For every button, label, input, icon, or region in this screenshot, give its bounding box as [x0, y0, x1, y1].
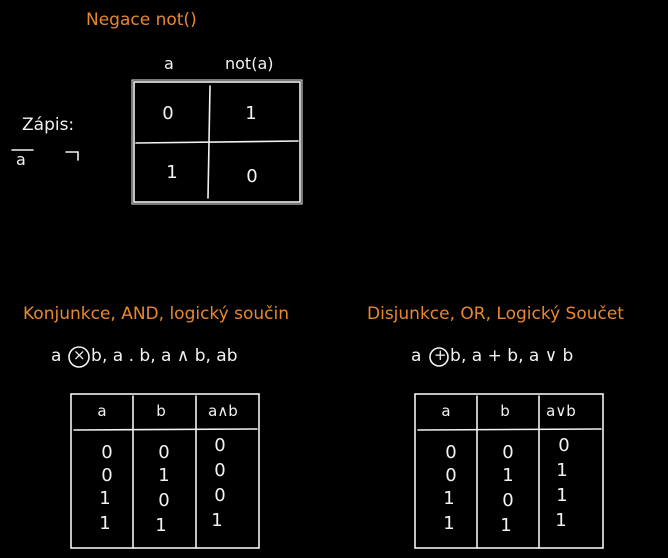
table-cell: 1 [556, 485, 568, 506]
table-cell: 0 [214, 485, 226, 506]
conjunction-operator: × [73, 346, 86, 364]
table-cell: 1 [443, 513, 455, 534]
disjunction-notation-a: a [411, 346, 422, 366]
negation-header-not: not(a) [225, 54, 274, 73]
negation-symbol-mark [65, 151, 79, 161]
negation-cell: 1 [166, 162, 178, 183]
conjunction-header-ab: a∧b [208, 402, 238, 420]
table-cell: 0 [158, 442, 170, 463]
conjunction-notation-a: a [51, 346, 62, 366]
table-cell: 0 [101, 465, 113, 486]
table-cell: 0 [158, 490, 170, 511]
conjunction-header-a: a [97, 402, 107, 420]
table-cell: 1 [99, 488, 111, 509]
disjunction-title: Disjunkce, OR, Logický Součet [367, 304, 624, 324]
disjunction-header-b: b [500, 402, 510, 420]
table-cell: 0 [558, 435, 570, 456]
table-cell: 1 [155, 515, 167, 536]
negation-header-a: a [164, 54, 174, 73]
table-cell: 0 [502, 490, 514, 511]
table-cell: 1 [158, 465, 170, 486]
disjunction-notation-b: b [450, 346, 461, 366]
table-cell: 0 [445, 465, 457, 486]
negation-table-hline [135, 140, 299, 144]
table-cell: 0 [502, 442, 514, 463]
table-cell: 0 [445, 442, 457, 463]
table-cell: 1 [443, 488, 455, 509]
table-cell: 1 [99, 513, 111, 534]
conjunction-notation: , a . b, a ∧ b, ab [102, 346, 238, 366]
conjunction-notation-b: b [91, 346, 102, 366]
table-cell: 0 [214, 435, 226, 456]
notation-label: Zápis: [22, 115, 75, 135]
disjunction-header-a: a [441, 402, 451, 420]
negation-cell: 1 [245, 103, 257, 124]
table-cell: 0 [214, 460, 226, 481]
conjunction-header-line [73, 428, 258, 431]
conjunction-title: Konjunkce, AND, logický součin [23, 304, 290, 324]
negation-title: Negace not() [86, 10, 197, 30]
conjunction-header-b: b [156, 402, 166, 420]
table-cell: 1 [502, 465, 514, 486]
table-cell: 1 [555, 510, 567, 531]
negation-cell: 0 [162, 103, 174, 124]
disjunction-notation: , a + b, a ∨ b [461, 346, 574, 366]
table-cell: 1 [556, 460, 568, 481]
table-cell: 1 [500, 515, 512, 536]
disjunction-header-ab: a∨b [546, 402, 576, 420]
table-cell: 1 [211, 510, 223, 531]
disjunction-operator: + [434, 346, 447, 364]
notation-bar-a: a [16, 150, 26, 169]
negation-cell: 0 [246, 166, 258, 187]
table-cell: 0 [101, 442, 113, 463]
disjunction-header-line [417, 428, 602, 431]
